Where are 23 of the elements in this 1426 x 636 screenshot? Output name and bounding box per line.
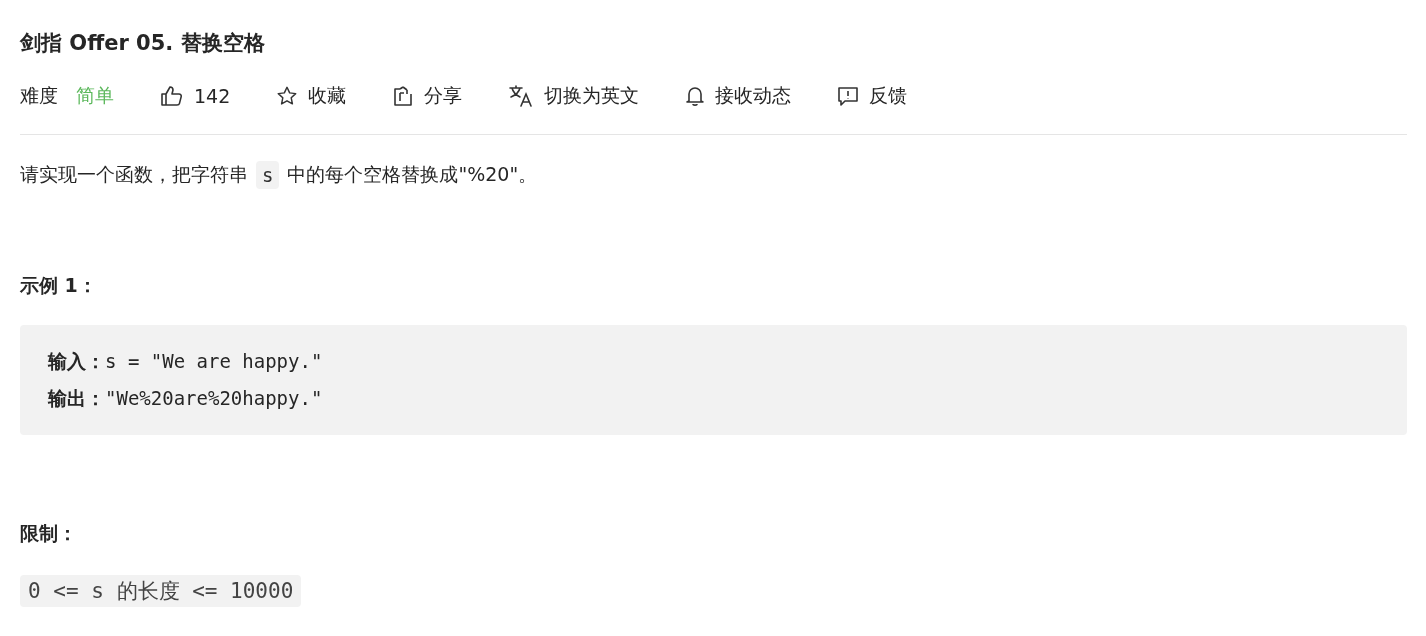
action-label[interactable]: 142 <box>194 85 231 107</box>
action-label[interactable]: 收藏 <box>308 83 347 109</box>
action-label[interactable]: 切换为英文 <box>544 83 640 109</box>
example-heading: 示例 1： <box>20 273 98 298</box>
difficulty-value: 简单 <box>76 83 114 108</box>
action-label[interactable]: 接收动态 <box>715 83 792 109</box>
translate-icon[interactable] <box>508 84 535 108</box>
feedback-icon[interactable] <box>837 85 860 107</box>
star-icon[interactable] <box>276 85 299 107</box>
problem-title: 剑指 Offer 05. 替换空格 <box>20 30 266 57</box>
code-line: 输入：s = "We are happy." <box>48 349 324 374</box>
code-line: 输出："We%20are%20happy." <box>48 386 324 411</box>
thumbs-up-icon[interactable] <box>160 85 184 107</box>
difficulty-label: 难度 <box>20 83 58 108</box>
action-label[interactable]: 分享 <box>424 83 463 109</box>
description-text: 中的每个空格替换成"%20"。 <box>287 162 538 187</box>
bell-icon[interactable] <box>685 85 706 107</box>
description-text: 请实现一个函数，把字符串 <box>20 162 248 187</box>
limits-heading: 限制： <box>20 521 78 546</box>
inline-code: s <box>256 161 280 189</box>
action-label[interactable]: 反馈 <box>869 83 908 109</box>
share-icon[interactable] <box>392 85 415 107</box>
inline-code: 0 <= s 的长度 <= 10000 <box>20 575 302 607</box>
